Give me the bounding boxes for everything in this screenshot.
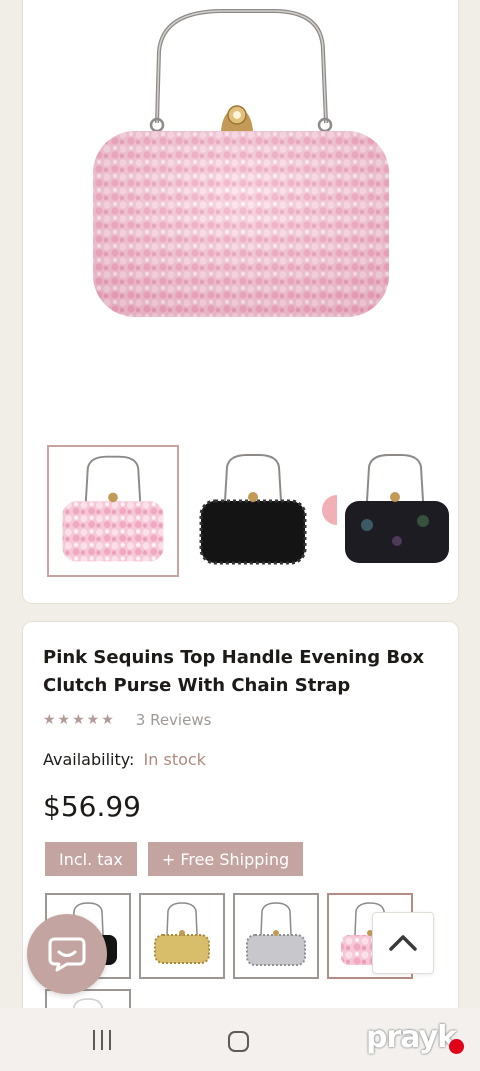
thumbnail-black-multi[interactable] [337,445,455,577]
product-price: $56.99 [43,790,141,823]
variant-silver[interactable] [233,893,319,979]
watermark-dot [449,1039,464,1054]
free-shipping-badge: + Free Shipping [147,842,304,876]
chat-button[interactable] [27,914,107,994]
price-badges: Incl. tax + Free Shipping [45,842,304,876]
main-product-image[interactable] [23,0,460,421]
system-nav-bar: prayk [0,1008,480,1071]
scroll-to-top-button[interactable] [372,912,434,974]
watermark-logo: prayk [366,1020,457,1055]
thumbnail-strip: prayk [47,445,455,577]
product-gallery-card: prayk [22,0,459,604]
thumbnail-pink[interactable] [47,445,179,577]
variant-gold[interactable] [139,893,225,979]
availability: Availability: In stock [43,750,206,769]
home-button[interactable] [228,1031,249,1052]
availability-label: Availability: [43,750,135,769]
product-title-line1: Pink Sequins Top Handle Evening Box [43,647,425,668]
product-rating: ★★★★★ 3 Reviews [43,710,211,730]
tax-badge: Incl. tax [45,842,137,876]
reviews-link[interactable]: 3 Reviews [136,711,212,729]
product-title-line2: Clutch Purse With Chain Strap [43,675,351,696]
chat-bubble-icon [48,937,86,972]
recents-button[interactable] [93,1030,111,1050]
product-title: Pink Sequins Top Handle Evening Box Clut… [43,644,443,700]
star-rating-icon: ★★★★★ [43,712,116,728]
thumbnail-black[interactable] [187,445,319,577]
availability-status: In stock [143,750,206,769]
chevron-up-icon [389,935,417,951]
